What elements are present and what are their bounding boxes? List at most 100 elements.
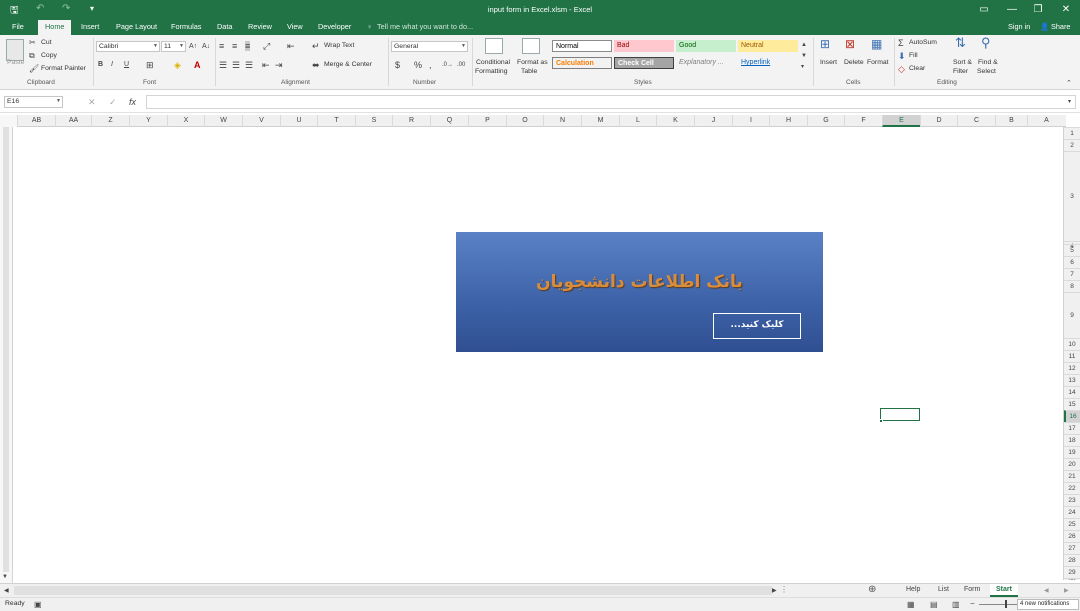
- wrap-text-button[interactable]: Wrap Text: [324, 42, 354, 49]
- column-header[interactable]: C: [957, 115, 995, 127]
- orientation-icon[interactable]: ⤢: [263, 41, 270, 51]
- row-header[interactable]: 25: [1064, 518, 1080, 530]
- close-button[interactable]: ✕: [1052, 1, 1080, 19]
- column-header[interactable]: G: [807, 115, 844, 127]
- conditional-formatting-icon[interactable]: [485, 38, 503, 54]
- paste-icon[interactable]: [6, 39, 24, 61]
- next-sheet-icon[interactable]: ▶: [1064, 586, 1069, 596]
- decrease-indent-icon[interactable]: ⇤: [262, 60, 270, 70]
- number-format-select[interactable]: General ▼: [391, 41, 468, 52]
- increase-decimal-icon[interactable]: .0→: [442, 60, 453, 70]
- cut-button[interactable]: Cut: [41, 39, 52, 46]
- row-header[interactable]: 19: [1064, 446, 1080, 458]
- row-header[interactable]: 14: [1064, 386, 1080, 398]
- comma-button[interactable]: ,: [429, 60, 432, 70]
- worksheet-grid[interactable]: [13, 127, 1063, 580]
- align-left-icon[interactable]: ☰: [219, 60, 227, 70]
- column-header[interactable]: J: [694, 115, 732, 127]
- row-header[interactable]: 26: [1064, 530, 1080, 542]
- scrollbar-thumb[interactable]: [3, 127, 9, 572]
- sheet-tab-help[interactable]: Help: [900, 584, 926, 597]
- enter-icon[interactable]: ✓: [109, 97, 117, 107]
- restore-button[interactable]: ❐: [1024, 1, 1052, 19]
- underline-button[interactable]: U: [124, 60, 129, 70]
- find-select-label-1[interactable]: Find &: [978, 59, 998, 66]
- style-good[interactable]: Good: [676, 40, 736, 52]
- column-header[interactable]: Z: [91, 115, 129, 127]
- align-center-icon[interactable]: ☰: [232, 60, 240, 70]
- tab-insert[interactable]: Insert: [81, 20, 99, 35]
- share-button[interactable]: Share: [1051, 20, 1070, 34]
- align-bottom-icon[interactable]: ≡: [245, 41, 251, 51]
- column-header[interactable]: I: [732, 115, 769, 127]
- bold-button[interactable]: B: [98, 60, 103, 70]
- clear-button[interactable]: Clear: [909, 65, 925, 72]
- styles-scroll-up-icon[interactable]: ▲: [801, 40, 807, 50]
- style-bad[interactable]: Bad: [614, 40, 674, 52]
- currency-button[interactable]: $: [395, 60, 400, 70]
- column-header[interactable]: Q: [430, 115, 468, 127]
- insert-cells-button[interactable]: Insert: [820, 59, 837, 66]
- column-header-selected[interactable]: E: [882, 115, 920, 127]
- row-header[interactable]: 27: [1064, 542, 1080, 554]
- column-header[interactable]: W: [204, 115, 242, 127]
- column-header[interactable]: F: [844, 115, 882, 127]
- normal-view-icon[interactable]: ▦: [907, 600, 915, 610]
- column-header[interactable]: N: [543, 115, 581, 127]
- style-calculation[interactable]: Calculation: [552, 57, 612, 69]
- decrease-decimal-icon[interactable]: .00: [457, 60, 465, 70]
- column-header[interactable]: T: [317, 115, 355, 127]
- tab-file[interactable]: File: [12, 20, 24, 35]
- vertical-scrollbar[interactable]: ▲ ▼: [0, 115, 13, 583]
- ribbon-display-icon[interactable]: ▭: [970, 1, 998, 19]
- row-header[interactable]: 10: [1064, 338, 1080, 350]
- expand-formula-bar-icon[interactable]: ▾: [1068, 97, 1071, 107]
- column-header[interactable]: A: [1027, 115, 1065, 127]
- prev-sheet-icon[interactable]: ◀: [1044, 586, 1049, 596]
- conditional-formatting-label-2[interactable]: Formatting: [475, 68, 507, 75]
- column-header[interactable]: Y: [129, 115, 167, 127]
- column-header[interactable]: L: [619, 115, 656, 127]
- insert-function-icon[interactable]: fx: [129, 97, 136, 107]
- row-header[interactable]: 5: [1064, 244, 1080, 256]
- row-header[interactable]: 18: [1064, 434, 1080, 446]
- select-all-corner[interactable]: [0, 115, 17, 127]
- styles-scroll-down-icon[interactable]: ▼: [801, 51, 807, 61]
- style-hyperlink[interactable]: Hyperlink: [738, 57, 798, 69]
- zoom-slider[interactable]: [979, 604, 1017, 605]
- copy-button[interactable]: Copy: [41, 52, 57, 59]
- conditional-formatting-label-1[interactable]: Conditional: [476, 59, 510, 66]
- format-painter-button[interactable]: Format Painter: [41, 65, 86, 72]
- format-as-table-label-1[interactable]: Format as: [517, 59, 548, 66]
- scroll-down-icon[interactable]: ▼: [2, 572, 8, 582]
- row-header[interactable]: 20: [1064, 458, 1080, 470]
- align-middle-icon[interactable]: ≡: [232, 41, 237, 51]
- tab-formulas[interactable]: Formulas: [171, 20, 201, 35]
- format-as-table-icon[interactable]: [522, 38, 540, 54]
- format-cells-button[interactable]: Format: [867, 59, 889, 66]
- row-header[interactable]: 1: [1064, 127, 1080, 139]
- click-here-button[interactable]: کلیک کنید...: [713, 313, 801, 339]
- tab-home[interactable]: Home: [38, 20, 72, 35]
- row-header[interactable]: 23: [1064, 494, 1080, 506]
- rtl-direction-icon[interactable]: ⇤: [287, 41, 295, 51]
- increase-indent-icon[interactable]: ⇥: [275, 60, 283, 70]
- column-header[interactable]: K: [656, 115, 694, 127]
- split-handle-icon[interactable]: ⋮: [780, 585, 788, 595]
- row-header[interactable]: 17: [1064, 422, 1080, 434]
- tab-data[interactable]: Data: [217, 20, 232, 35]
- font-color-icon[interactable]: A: [194, 60, 201, 70]
- column-header[interactable]: H: [769, 115, 807, 127]
- row-header-selected[interactable]: 16: [1064, 410, 1080, 422]
- tell-me-search[interactable]: Tell me what you want to do...: [377, 20, 473, 35]
- sheet-tab-form[interactable]: Form: [958, 584, 986, 597]
- formula-input[interactable]: [146, 95, 1076, 109]
- row-header[interactable]: 12: [1064, 362, 1080, 374]
- column-header[interactable]: O: [506, 115, 543, 127]
- find-select-label-2[interactable]: Select: [977, 68, 996, 75]
- tab-developer[interactable]: Developer: [318, 20, 351, 35]
- row-header[interactable]: 29: [1064, 566, 1080, 578]
- zoom-slider-thumb[interactable]: [1005, 600, 1007, 608]
- row-header[interactable]: 6: [1064, 256, 1080, 268]
- sort-filter-label-2[interactable]: Filter: [953, 68, 968, 75]
